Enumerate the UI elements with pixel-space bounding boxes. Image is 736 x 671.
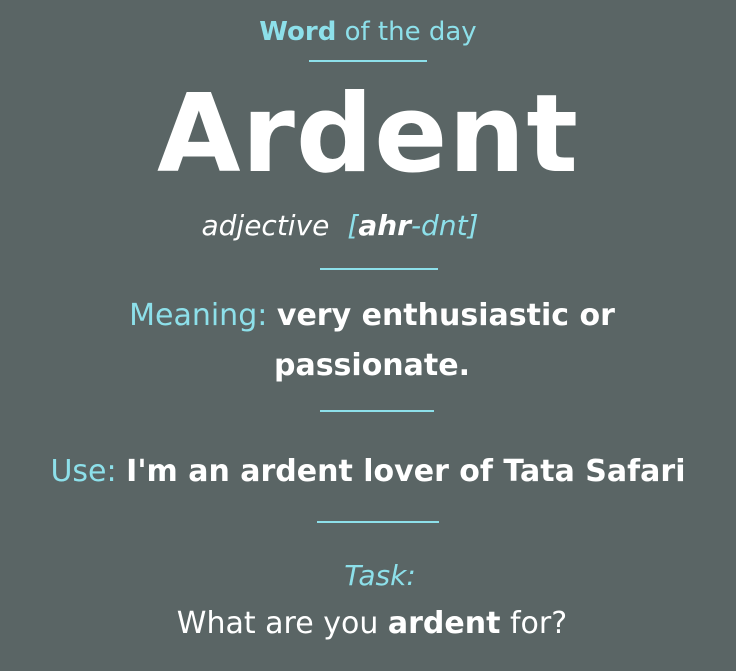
pronunciation-stressed: ahr: [358, 209, 411, 242]
word-title: Ardent: [157, 72, 579, 197]
part-of-speech: adjective: [201, 209, 330, 242]
divider-line: [320, 410, 434, 412]
meaning-text: very enthusiastic or: [276, 298, 615, 333]
divider-line: [320, 268, 438, 270]
meaning-text-continued: passionate.: [273, 348, 470, 383]
task-label: Task:: [344, 559, 416, 592]
task-question: What are you ardent for?: [176, 606, 568, 641]
pronunciation: [ahr-dnt]: [347, 209, 479, 242]
meaning-line: Meaning: very enthusiastic or: [4, 294, 736, 338]
meaning-label: Meaning:: [129, 298, 268, 333]
header-word: Word: [259, 17, 337, 47]
use-label: Use:: [50, 454, 117, 489]
divider-line: [309, 60, 427, 62]
header-rest: of the day: [344, 17, 477, 47]
part-of-speech-line: adjective [ahr-dnt]: [0, 206, 708, 246]
use-example: I'm an ardent lover of Tata Safari: [126, 454, 686, 489]
divider-line: [317, 521, 439, 523]
task-question-keyword: ardent: [387, 606, 501, 641]
use-line: Use: I'm an ardent lover of Tata Safari: [0, 450, 736, 494]
word-of-the-day-header: Word of the day: [0, 14, 736, 50]
